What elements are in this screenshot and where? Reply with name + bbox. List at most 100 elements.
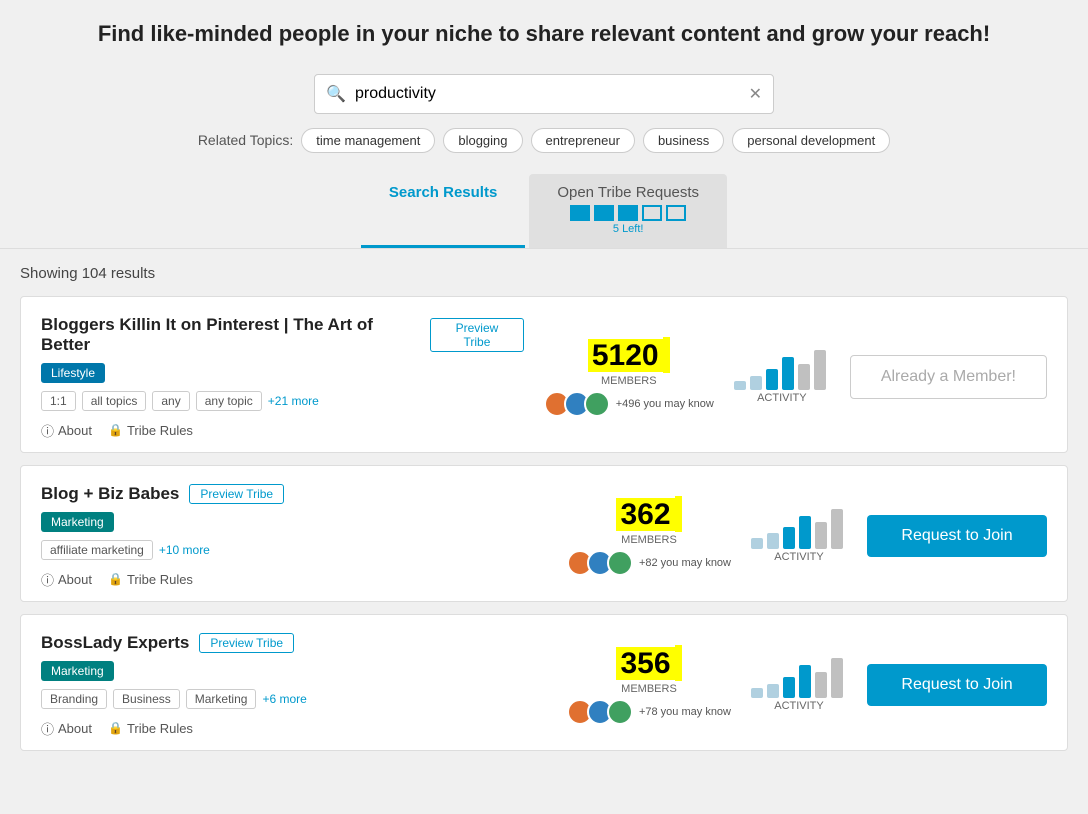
about-link[interactable]: ⓘ About: [41, 570, 92, 589]
related-topic-pill[interactable]: blogging: [443, 128, 522, 153]
activity-stat: ACTIVITY: [734, 350, 830, 404]
activity-bars: [751, 509, 847, 549]
tribe-tag[interactable]: Business: [113, 689, 180, 709]
card-left: BossLady Experts Preview Tribe Marketing…: [41, 633, 547, 738]
tribe-tag[interactable]: affiliate marketing: [41, 540, 153, 560]
about-label: About: [58, 572, 92, 587]
open-tribe-tab-content: Open Tribe Requests 5 Left!: [557, 184, 699, 235]
members-tail: [663, 337, 670, 373]
action-button: Already a Member!: [850, 355, 1047, 399]
rules-label: Tribe Rules: [127, 572, 193, 587]
members-number-wrap: 362: [616, 496, 681, 532]
tribe-footer: ⓘ About 🔒 Tribe Rules: [41, 570, 547, 589]
card-right: 362 MEMBERS +82 you may know: [547, 496, 1047, 576]
search-area: 🔍 ✕ Related Topics: time management blogg…: [0, 64, 1088, 168]
related-topic-pill[interactable]: entrepreneur: [531, 128, 635, 153]
info-icon: ⓘ: [41, 719, 54, 738]
tribe-more-tags[interactable]: +10 more: [159, 543, 210, 557]
tribe-footer: ⓘ About 🔒 Tribe Rules: [41, 719, 547, 738]
tribe-tags: 1:1 all topicsany any topic +21 more: [41, 391, 524, 411]
tribe-tag[interactable]: any: [152, 391, 189, 411]
search-icon: 🔍: [326, 84, 346, 104]
tab-open-tribe[interactable]: Open Tribe Requests 5 Left!: [529, 174, 727, 248]
clear-icon[interactable]: ✕: [749, 84, 762, 104]
lock-icon: 🔒: [108, 572, 123, 586]
page-header: Find like-minded people in your niche to…: [0, 0, 1088, 64]
lock-icon: 🔒: [108, 721, 123, 735]
action-button[interactable]: Request to Join: [867, 515, 1047, 557]
tribe-name: Bloggers Killin It on Pinterest | The Ar…: [41, 315, 420, 355]
tribe-top-row: BossLady Experts Preview Tribe: [41, 633, 547, 653]
knows-text: +78 you may know: [639, 706, 731, 718]
rules-link[interactable]: 🔒 Tribe Rules: [108, 721, 193, 736]
avatars: [567, 550, 633, 576]
preview-tribe-button[interactable]: Preview Tribe: [430, 318, 523, 352]
avatars: [544, 391, 610, 417]
activity-label: ACTIVITY: [757, 392, 807, 404]
card-left: Bloggers Killin It on Pinterest | The Ar…: [41, 315, 524, 440]
slot-2: [594, 205, 614, 221]
slot-1: [570, 205, 590, 221]
about-label: About: [58, 721, 92, 736]
tribe-tag[interactable]: Marketing: [186, 689, 257, 709]
slots-left-label: 5 Left!: [613, 223, 644, 235]
tribe-tags: affiliate marketing +10 more: [41, 540, 547, 560]
tribe-tag[interactable]: all topics: [82, 391, 147, 411]
tribe-tags: Branding Business Marketing +6 more: [41, 689, 547, 709]
members-number-wrap: 5120: [588, 337, 670, 373]
rules-link[interactable]: 🔒 Tribe Rules: [108, 572, 193, 587]
knows-text: +496 you may know: [616, 398, 714, 410]
rules-link[interactable]: 🔒 Tribe Rules: [108, 423, 193, 438]
avatar-2: [607, 699, 633, 725]
tab-search-results[interactable]: Search Results: [361, 174, 525, 248]
tribe-top-row: Bloggers Killin It on Pinterest | The Ar…: [41, 315, 524, 355]
tribe-card: Bloggers Killin It on Pinterest | The Ar…: [20, 296, 1068, 453]
related-topic-pill[interactable]: personal development: [732, 128, 890, 153]
tribe-tag[interactable]: Branding: [41, 689, 107, 709]
tribe-tag[interactable]: any topic: [196, 391, 262, 411]
info-icon: ⓘ: [41, 421, 54, 440]
card-left: Blog + Biz Babes Preview Tribe Marketing…: [41, 484, 547, 589]
tribe-category-badge: Marketing: [41, 661, 114, 681]
activity-label: ACTIVITY: [774, 700, 824, 712]
activity-stat: ACTIVITY: [751, 509, 847, 563]
members-count: 5120: [588, 339, 663, 372]
slot-3: [618, 205, 638, 221]
content-area: Showing 104 results Bloggers Killin It o…: [0, 249, 1088, 779]
tribe-more-tags[interactable]: +6 more: [262, 692, 306, 706]
members-stat: 362 MEMBERS +82 you may know: [567, 496, 731, 576]
activity-bars: [734, 350, 830, 390]
search-box-wrapper: 🔍 ✕: [314, 74, 774, 114]
related-topic-pill[interactable]: time management: [301, 128, 435, 153]
related-topics-label: Related Topics:: [198, 132, 293, 148]
tabs-area: Search Results Open Tribe Requests 5 Lef…: [0, 168, 1088, 249]
header-title: Find like-minded people in your niche to…: [98, 21, 990, 46]
knows-row: +82 you may know: [567, 550, 731, 576]
search-input[interactable]: [314, 74, 774, 114]
members-count: 362: [616, 498, 674, 531]
preview-tribe-button[interactable]: Preview Tribe: [189, 484, 284, 504]
activity-bars: [751, 658, 847, 698]
members-stat: 356 MEMBERS +78 you may know: [567, 645, 731, 725]
info-icon: ⓘ: [41, 570, 54, 589]
members-label: MEMBERS: [621, 534, 677, 546]
tribe-more-tags[interactable]: +21 more: [268, 394, 319, 408]
related-topics-row: Related Topics: time management blogging e…: [198, 128, 890, 153]
members-count: 356: [616, 647, 674, 680]
about-link[interactable]: ⓘ About: [41, 421, 92, 440]
card-right: 356 MEMBERS +78 you may know: [547, 645, 1047, 725]
tribe-tag[interactable]: 1:1: [41, 391, 76, 411]
activity-stat: ACTIVITY: [751, 658, 847, 712]
related-topic-pill[interactable]: business: [643, 128, 724, 153]
members-tail: [675, 496, 682, 532]
members-label: MEMBERS: [601, 375, 657, 387]
slot-4: [642, 205, 662, 221]
members-label: MEMBERS: [621, 683, 677, 695]
action-button[interactable]: Request to Join: [867, 664, 1047, 706]
knows-text: +82 you may know: [639, 557, 731, 569]
preview-tribe-button[interactable]: Preview Tribe: [199, 633, 294, 653]
about-link[interactable]: ⓘ About: [41, 719, 92, 738]
tribe-category-badge: Marketing: [41, 512, 114, 532]
card-main: Bloggers Killin It on Pinterest | The Ar…: [41, 315, 1047, 440]
avatars: [567, 699, 633, 725]
